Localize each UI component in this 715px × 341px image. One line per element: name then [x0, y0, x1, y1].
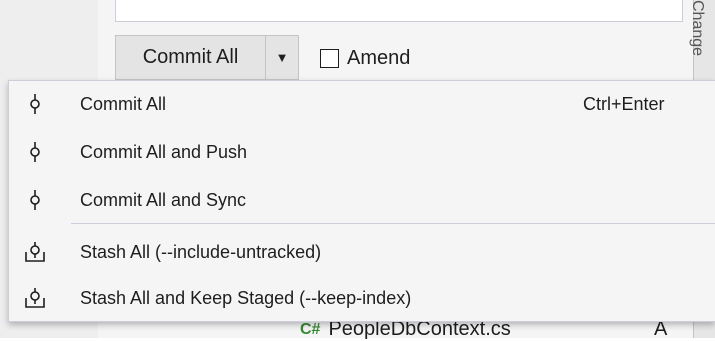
commit-dropdown-arrow-button[interactable]: ▼ — [266, 36, 298, 79]
menu-item-commit-all[interactable]: Commit All Ctrl+Enter — [9, 85, 715, 123]
menu-separator — [71, 223, 715, 224]
amend-label: Amend — [347, 46, 411, 69]
menu-item-stash-all[interactable]: Stash All (--include-untracked) — [9, 233, 715, 271]
git-commit-icon — [30, 94, 40, 114]
chevron-down-icon: ▼ — [275, 50, 289, 65]
menu-item-shortcut: Ctrl+Enter — [583, 93, 665, 114]
commit-message-input[interactable] — [115, 0, 683, 22]
amend-option[interactable]: Amend — [320, 47, 410, 69]
git-stash-icon — [25, 242, 45, 262]
menu-item-label: Stash All (--include-untracked) — [80, 241, 322, 262]
git-commit-icon — [30, 190, 40, 210]
menu-item-label: Commit All and Sync — [80, 189, 247, 210]
commit-split-button: Commit All ▼ — [115, 35, 299, 80]
changes-side-tab-label: Change — [689, 0, 706, 57]
csharp-file-icon: C# — [300, 320, 321, 338]
menu-item-label: Commit All — [80, 93, 167, 114]
menu-item-label: Stash All and Keep Staged (--keep-index) — [80, 287, 412, 308]
menu-item-label: Commit All and Push — [80, 141, 248, 162]
menu-item-commit-all-and-sync[interactable]: Commit All and Sync — [9, 181, 715, 219]
commit-all-button[interactable]: Commit All — [116, 36, 266, 79]
amend-checkbox[interactable] — [320, 48, 339, 68]
menu-item-stash-all-keep-staged[interactable]: Stash All and Keep Staged (--keep-index) — [9, 279, 715, 317]
git-commit-icon — [30, 142, 40, 162]
git-stash-icon — [25, 288, 45, 308]
menu-item-commit-all-and-push[interactable]: Commit All and Push — [9, 133, 715, 171]
commit-dropdown-menu: Commit All Ctrl+Enter Commit All and Pus… — [8, 80, 715, 322]
